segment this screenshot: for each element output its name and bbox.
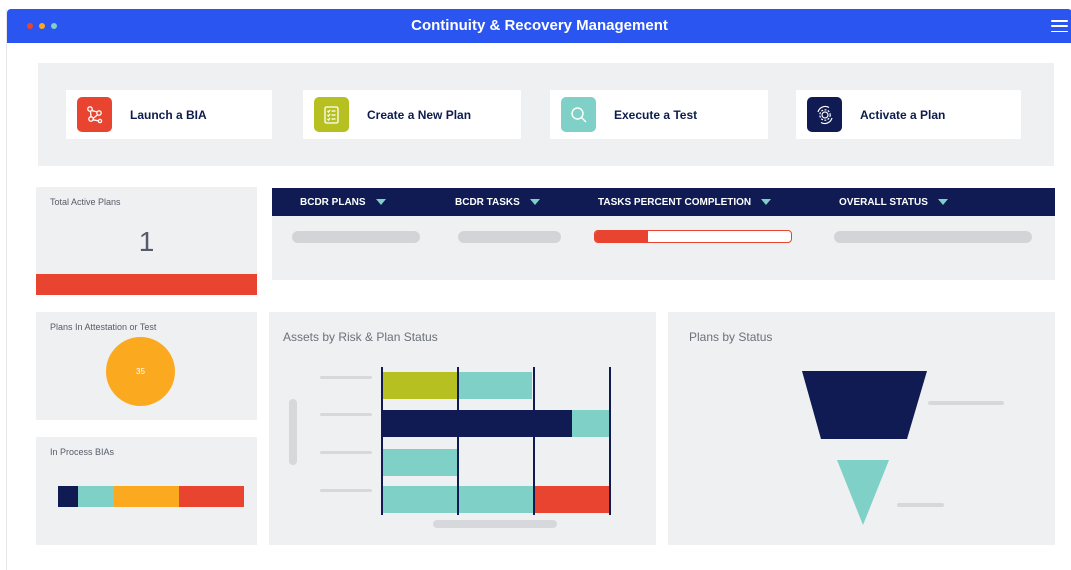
hamburger-menu-icon[interactable] — [1051, 20, 1068, 32]
plan-name-placeholder — [292, 231, 420, 243]
sort-triangle-icon — [761, 199, 772, 206]
funnel-label-placeholder — [928, 401, 1004, 405]
completion-progress-fill — [595, 231, 648, 242]
status-placeholder — [834, 231, 1032, 243]
in-process-bias-label: In Process BIAs — [50, 447, 115, 457]
assets-chart-panel: Assets by Risk & Plan Status — [269, 312, 656, 545]
total-active-plans-value: 1 — [138, 226, 155, 257]
column-overall-status-label: OVERALL STATUS — [839, 197, 928, 208]
y-label-placeholder — [320, 451, 372, 454]
sort-triangle-icon — [937, 199, 948, 206]
grid-line — [381, 367, 383, 515]
assets-chart-title: Assets by Risk & Plan Status — [283, 330, 438, 344]
y-label-placeholder — [320, 489, 372, 492]
x-label-placeholder — [433, 520, 557, 528]
funnel-label-placeholder — [897, 503, 944, 507]
execute-test-label: Execute a Test — [614, 107, 698, 122]
y-axis-scroll-placeholder — [289, 399, 297, 465]
execute-test-button[interactable]: Execute a Test — [550, 90, 768, 139]
funnel-upper-segment — [802, 371, 927, 439]
activate-plan-button[interactable]: Activate a Plan — [796, 90, 1021, 139]
app-title: Continuity & Recovery Management — [411, 17, 668, 34]
plans-table: BCDR PLANS BCDR TASKS TASKS PERCENT COMP… — [272, 188, 1055, 280]
network-nodes-icon — [77, 97, 112, 132]
column-tasks-percent[interactable]: TASKS PERCENT COMPLETION — [598, 197, 772, 208]
gear-cycle-icon — [807, 97, 842, 132]
launch-bia-label: Launch a BIA — [130, 107, 207, 122]
funnel-lower-segment — [837, 460, 889, 525]
total-active-plans-bar — [36, 274, 257, 295]
total-active-plans-label: Total Active Plans — [50, 197, 121, 207]
sort-triangle-icon — [375, 199, 386, 206]
title-bar: Continuity & Recovery Management — [7, 9, 1071, 43]
chart-bar — [457, 372, 532, 399]
bia-bar-segment — [113, 486, 179, 507]
grid-line — [533, 367, 535, 515]
chart-bar — [572, 410, 609, 437]
app-window: Continuity & Recovery Management Launch … — [6, 9, 1071, 570]
chart-bar — [382, 372, 457, 399]
total-active-plans-card[interactable]: Total Active Plans 1 — [36, 187, 257, 295]
chart-bar — [382, 410, 572, 437]
bia-stacked-bar — [58, 486, 244, 507]
attestation-count-circle: 35 — [106, 337, 175, 406]
column-tasks-percent-label: TASKS PERCENT COMPLETION — [598, 197, 752, 208]
bia-bar-segment — [178, 486, 244, 507]
column-bcdr-tasks[interactable]: BCDR TASKS — [455, 197, 540, 208]
plans-in-attestation-label: Plans In Attestation or Test — [50, 322, 157, 332]
create-plan-label: Create a New Plan — [367, 107, 472, 122]
in-process-bias-card[interactable]: In Process BIAs — [36, 437, 257, 545]
chart-bar — [382, 449, 457, 476]
task-name-placeholder — [458, 231, 561, 243]
column-bcdr-plans-label: BCDR PLANS — [300, 197, 366, 208]
column-bcdr-plans[interactable]: BCDR PLANS — [300, 197, 386, 208]
activate-plan-label: Activate a Plan — [860, 107, 946, 122]
grid-line — [609, 367, 611, 515]
launch-bia-button[interactable]: Launch a BIA — [66, 90, 272, 139]
completion-progress-bar — [594, 230, 792, 243]
y-label-placeholder — [320, 376, 372, 379]
bia-bar-segment — [78, 486, 114, 507]
y-label-placeholder — [320, 413, 372, 416]
funnel-chart — [802, 371, 927, 525]
bia-bar-segment — [58, 486, 79, 507]
create-plan-button[interactable]: Create a New Plan — [303, 90, 521, 139]
plans-in-attestation-card[interactable]: Plans In Attestation or Test 35 — [36, 312, 257, 420]
checklist-document-icon — [314, 97, 349, 132]
grid-line — [457, 367, 459, 515]
column-overall-status[interactable]: OVERALL STATUS — [839, 197, 948, 208]
column-bcdr-tasks-label: BCDR TASKS — [455, 197, 520, 208]
attestation-count-value: 35 — [136, 367, 145, 376]
quick-actions-panel: Launch a BIA Create a New Plan Execute a… — [38, 63, 1054, 166]
table-header: BCDR PLANS BCDR TASKS TASKS PERCENT COMP… — [272, 188, 1055, 216]
chart-bar — [533, 486, 609, 513]
magnifier-icon — [561, 97, 596, 132]
plans-by-status-panel: Plans by Status — [668, 312, 1055, 545]
sort-triangle-icon — [529, 199, 540, 206]
